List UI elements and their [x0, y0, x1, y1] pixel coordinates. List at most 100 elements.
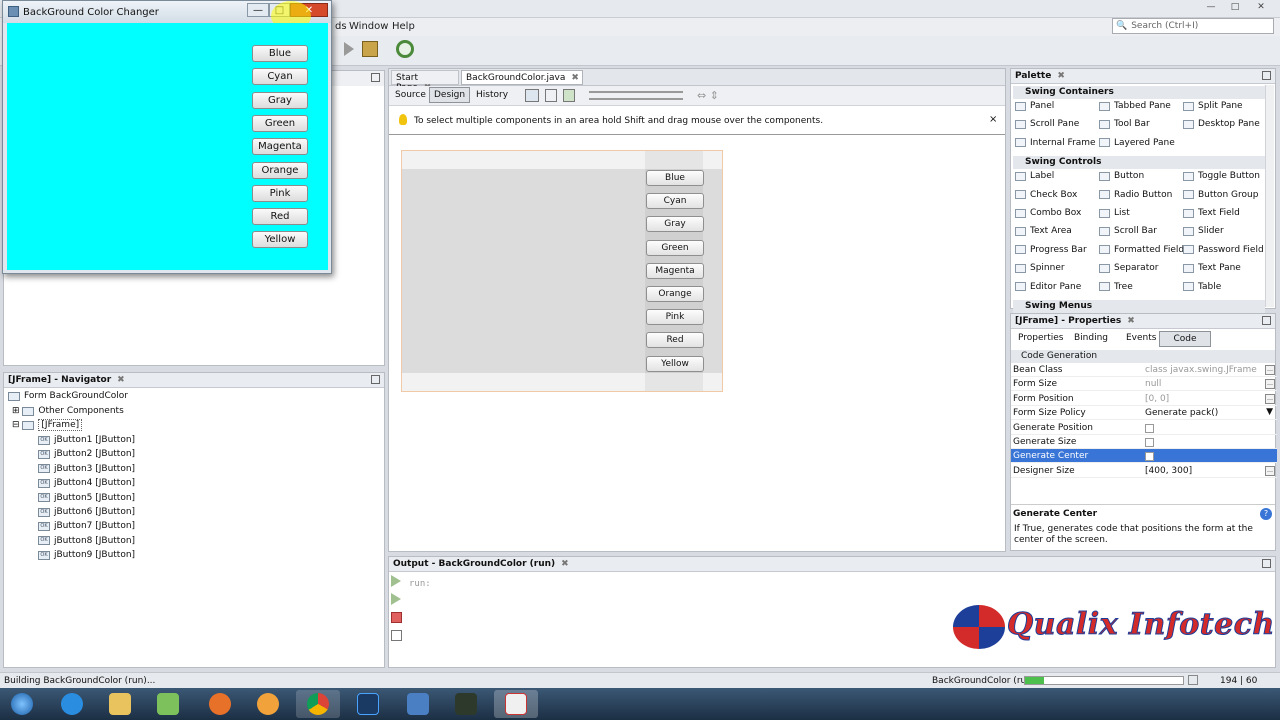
minimize-pane-icon[interactable] — [371, 375, 380, 384]
cancel-task-icon[interactable] — [1188, 675, 1198, 685]
palette-item-panel[interactable]: Panel — [1015, 101, 1054, 111]
tree-item-jbutton[interactable]: OK jButton1 [JButton] — [38, 433, 135, 447]
palette-item-slider[interactable]: Slider — [1183, 226, 1224, 236]
dropdown-icon[interactable]: ▼ — [1266, 407, 1273, 417]
close-hint-icon[interactable]: × — [989, 114, 997, 125]
close-icon[interactable]: ✕ — [1250, 0, 1272, 14]
palette-item-desktop-pane[interactable]: Desktop Pane — [1183, 119, 1260, 129]
tree-item-jbutton[interactable]: OK jButton6 [JButton] — [38, 505, 135, 519]
tree-item-jbutton[interactable]: OK jButton5 [JButton] — [38, 491, 135, 505]
palette-item-table[interactable]: Table — [1183, 282, 1221, 292]
property-value[interactable]: null — [1145, 379, 1161, 389]
tab-start-page[interactable]: Start Page✖ — [391, 70, 459, 93]
preview-design-icon[interactable] — [563, 89, 575, 102]
design-button-green[interactable]: Green — [646, 239, 704, 256]
palette-item-label[interactable]: Label — [1015, 171, 1054, 181]
property-row[interactable]: Form Size null… — [1011, 377, 1277, 392]
palette-item-radio-button[interactable]: Radio Button — [1099, 190, 1172, 200]
palette-section[interactable]: Swing Controls — [1013, 156, 1265, 170]
profile-icon[interactable] — [396, 40, 414, 58]
debug-icon[interactable] — [362, 41, 378, 57]
palette-item-layered-pane[interactable]: Layered Pane — [1099, 138, 1175, 148]
start-orb-icon[interactable] — [0, 690, 44, 718]
color-button-gray[interactable]: Gray — [252, 91, 308, 109]
menu-item-window[interactable]: Window — [349, 21, 388, 32]
selection-mode-icon[interactable] — [525, 89, 539, 102]
tab-events[interactable]: Events — [1126, 333, 1156, 343]
app-window[interactable]: BackGround Color Changer — □ ✕ ➤ Blue Cya… — [2, 0, 332, 274]
rerun-icon[interactable] — [391, 575, 401, 587]
stop-icon[interactable] — [391, 612, 402, 623]
rerun-options-icon[interactable] — [391, 593, 401, 605]
property-value[interactable]: Generate pack() — [1145, 408, 1218, 418]
tab-code[interactable]: Code — [1159, 331, 1211, 347]
tree-other-components[interactable]: ⊞ Other Components — [12, 404, 124, 418]
tree-item-jbutton[interactable]: OK jButton7 [JButton] — [38, 519, 135, 533]
palette-item-text-area[interactable]: Text Area — [1015, 226, 1072, 236]
photoshop-icon[interactable] — [346, 690, 390, 718]
tree-item-jbutton[interactable]: OK jButton4 [JButton] — [38, 476, 135, 490]
tree-item-jbutton[interactable]: OK jButton2 [JButton] — [38, 447, 135, 461]
firefox-icon[interactable] — [198, 690, 242, 718]
design-button-yellow[interactable]: Yellow — [646, 355, 704, 372]
color-button-magenta[interactable]: Magenta — [252, 138, 308, 156]
design-form[interactable]: Blue Cyan Gray Green Magenta Orange Pink Red Yel… — [401, 150, 723, 392]
palette-item-scroll-pane[interactable]: Scroll Pane — [1015, 119, 1079, 129]
close-tab-icon[interactable]: ✖ — [117, 375, 125, 385]
property-row[interactable]: Form Size Policy Generate pack() ▼ — [1011, 406, 1277, 421]
palette-item-formatted-field[interactable]: Formatted Field — [1099, 245, 1184, 255]
property-checkbox[interactable] — [1145, 452, 1154, 462]
view-tab-design[interactable]: Design — [429, 87, 471, 103]
palette-item-button[interactable]: Button — [1099, 171, 1144, 181]
property-checkbox[interactable] — [1145, 423, 1154, 433]
palette-item-internal-frame[interactable]: Internal Frame — [1015, 138, 1096, 148]
tree-jframe[interactable]: ⊟ [JFrame] — [12, 418, 83, 432]
ellipsis-icon[interactable]: … — [1265, 365, 1275, 375]
ellipsis-icon[interactable]: … — [1265, 379, 1275, 390]
java-app-icon[interactable] — [494, 690, 538, 718]
media-player-icon[interactable] — [246, 690, 290, 718]
color-button-orange[interactable]: Orange — [252, 161, 308, 179]
palette-item-tree[interactable]: Tree — [1099, 282, 1133, 292]
maximize-icon[interactable]: □ — [1224, 0, 1246, 14]
palette-item-check-box[interactable]: Check Box — [1015, 190, 1077, 200]
resize-icons[interactable]: ⇔ ⇕ — [697, 89, 719, 102]
property-checkbox[interactable] — [1145, 438, 1154, 447]
design-button-red[interactable]: Red — [646, 332, 704, 349]
tab-binding[interactable]: Binding — [1074, 333, 1108, 343]
tree-item-jbutton[interactable]: OK jButton8 [JButton] — [38, 534, 135, 548]
design-button-orange[interactable]: Orange — [646, 286, 704, 302]
menu-item-help[interactable]: Help — [392, 21, 415, 32]
settings-icon[interactable] — [391, 630, 402, 641]
palette-item-split-pane[interactable]: Split Pane — [1183, 101, 1243, 111]
property-value[interactable]: class javax.swing.JFrame — [1145, 365, 1257, 375]
notepad-icon[interactable] — [146, 690, 190, 718]
app-minimize-icon[interactable]: — — [247, 3, 269, 17]
palette-section[interactable]: Swing Containers — [1013, 86, 1265, 99]
code-generation-section[interactable]: Code Generation — [1011, 350, 1275, 363]
palette-item-tool-bar[interactable]: Tool Bar — [1099, 119, 1150, 129]
internet-explorer-icon[interactable] — [50, 690, 94, 718]
minimize-pane-icon[interactable] — [1262, 71, 1271, 80]
align-icons[interactable] — [589, 91, 683, 100]
color-button-green[interactable]: Green — [252, 114, 308, 132]
help-icon[interactable]: ? — [1260, 508, 1272, 520]
color-button-yellow[interactable]: Yellow — [252, 231, 308, 249]
palette-item-password-field[interactable]: Password Field — [1183, 245, 1264, 255]
palette-item-text-pane[interactable]: Text Pane — [1183, 263, 1241, 273]
property-row[interactable]: Generate Size — [1011, 435, 1277, 449]
tree-root[interactable]: Form BackGroundColor — [8, 389, 128, 403]
view-tab-source[interactable]: Source — [395, 90, 426, 100]
palette-item-text-field[interactable]: Text Field — [1183, 208, 1240, 218]
palette-item-combo-box[interactable]: Combo Box — [1015, 208, 1081, 218]
design-button-magenta[interactable]: Magenta — [646, 262, 704, 279]
design-button-gray[interactable]: Gray — [646, 216, 704, 233]
color-button-blue[interactable]: Blue — [252, 45, 308, 62]
palette-scrollbar[interactable] — [1265, 85, 1274, 307]
ellipsis-icon[interactable]: … — [1265, 465, 1275, 476]
run-icon[interactable] — [344, 42, 354, 56]
property-value[interactable]: [0, 0] — [1145, 394, 1169, 404]
ellipsis-icon[interactable]: … — [1265, 393, 1275, 404]
palette-item-tabbed-pane[interactable]: Tabbed Pane — [1099, 101, 1171, 111]
close-tab-icon[interactable]: ✖ — [561, 559, 569, 569]
